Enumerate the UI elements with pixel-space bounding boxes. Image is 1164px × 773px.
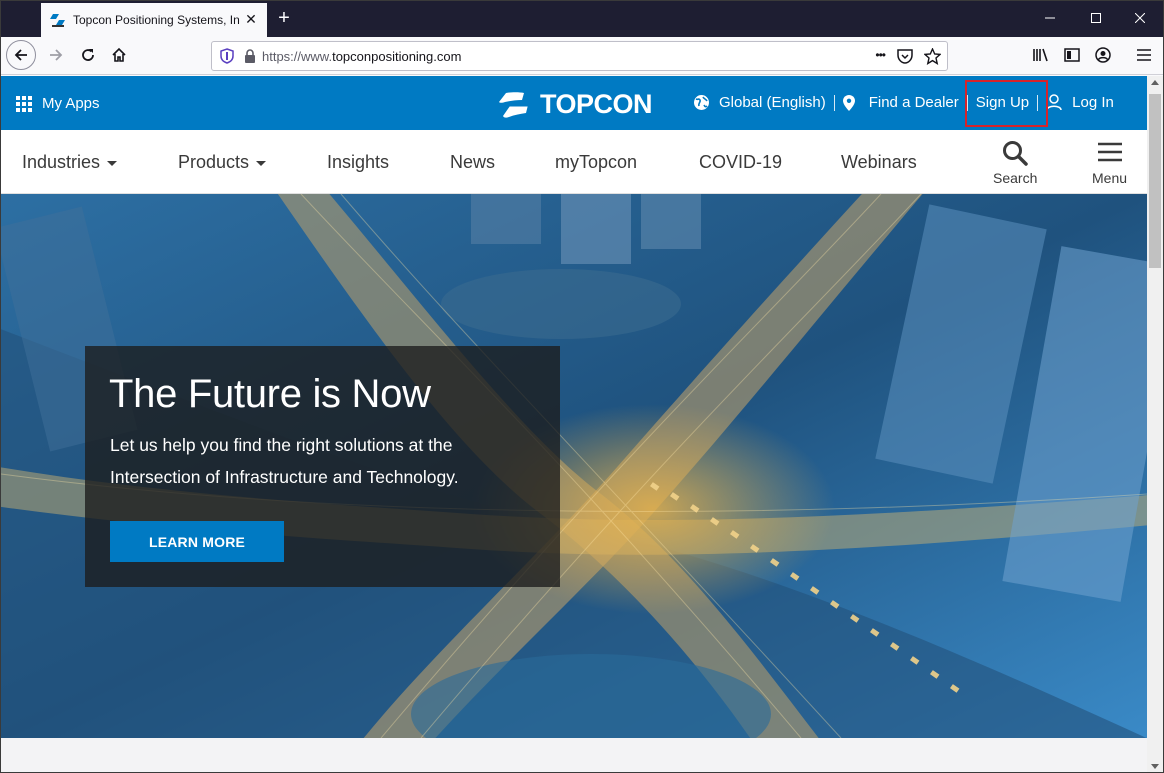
app-menu-button[interactable] [1129, 40, 1159, 70]
hamburger-menu-icon [1137, 49, 1151, 61]
user-icon [1046, 94, 1062, 111]
forward-arrow-icon [50, 49, 63, 61]
nav-webinars[interactable]: Webinars [841, 152, 917, 173]
library-icon [1033, 48, 1048, 62]
global-language-link[interactable]: Global (English) [693, 94, 826, 111]
nav-insights[interactable]: Insights [327, 152, 389, 173]
find-dealer-link[interactable]: Find a Dealer [842, 94, 959, 111]
url-text[interactable]: https://www.topconpositioning.com [262, 49, 461, 64]
nav-products-label: Products [178, 152, 250, 172]
map-pin-icon [842, 94, 855, 111]
hero-subtext: Let us help you find the right solutions… [110, 429, 530, 493]
reload-button[interactable] [73, 40, 103, 70]
sidebar-icon [1064, 48, 1080, 62]
home-icon [112, 47, 126, 62]
main-navigation: Industries Products Insights News myTopc… [1, 130, 1147, 194]
back-arrow-icon [14, 49, 27, 61]
logo-wordmark: TOPCON [540, 89, 653, 119]
divider [833, 94, 835, 111]
log-in-label: Log In [1072, 94, 1114, 111]
window-close-icon[interactable] [1117, 1, 1163, 35]
nav-products[interactable]: Products [178, 152, 267, 173]
learn-more-button[interactable]: LEARN MORE [110, 521, 284, 562]
page-actions-menu-icon[interactable]: ••• [875, 48, 886, 62]
nav-mytopcon[interactable]: myTopcon [555, 152, 637, 173]
menu-button[interactable]: Menu [1092, 140, 1127, 186]
scrollbar-thumb[interactable] [1149, 94, 1161, 268]
navigation-toolbar: https://www.topconpositioning.com ••• [1, 37, 1163, 75]
site-top-bar: My Apps TOPCON Global (English) Find a D… [1, 76, 1147, 130]
hero-banner: The Future is Now Let us help you find t… [1, 194, 1147, 738]
address-bar[interactable]: https://www.topconpositioning.com ••• [211, 41, 948, 71]
hero-card: The Future is Now Let us help you find t… [85, 346, 560, 587]
sidebar-button[interactable] [1057, 40, 1087, 70]
hero-subtext-line: Let us help you find the right solutions… [110, 435, 453, 455]
log-in-link[interactable]: Log In [1046, 94, 1114, 111]
library-button[interactable] [1026, 40, 1056, 70]
tab-title: Topcon Positioning Systems, In [73, 13, 240, 27]
page-scrollbar[interactable] [1147, 76, 1163, 772]
tracking-shield-icon[interactable] [220, 48, 234, 64]
search-button[interactable]: Search [993, 140, 1037, 186]
scroll-down-icon[interactable] [1151, 764, 1159, 769]
search-label: Search [993, 170, 1038, 186]
web-page: My Apps TOPCON Global (English) Find a D… [1, 76, 1147, 772]
minimize-icon[interactable] [1027, 1, 1073, 35]
sign-up-highlight-box [965, 80, 1048, 127]
topcon-logo[interactable]: TOPCON [496, 89, 653, 120]
apps-grid-icon [16, 95, 32, 112]
url-domain: topconpositioning.com [332, 48, 462, 64]
my-apps-link[interactable]: My Apps [16, 95, 100, 112]
globe-icon [694, 95, 709, 110]
forward-button[interactable] [41, 40, 71, 70]
topcon-favicon-icon [50, 14, 65, 27]
pocket-icon[interactable] [897, 49, 913, 64]
hero-headline: The Future is Now [109, 372, 431, 416]
nav-industries[interactable]: Industries [22, 152, 118, 173]
topcon-swoosh-icon [496, 91, 536, 118]
chevron-down-icon [256, 161, 267, 166]
tab-strip: Topcon Positioning Systems, In ✕ + [1, 1, 1163, 37]
find-dealer-label: Find a Dealer [868, 94, 959, 111]
global-language-label: Global (English) [719, 94, 826, 111]
search-icon [1003, 141, 1028, 166]
url-prefix: https://www. [262, 48, 333, 64]
maximize-icon[interactable] [1073, 1, 1119, 35]
browser-window: Topcon Positioning Systems, In ✕ + https… [0, 0, 1164, 773]
close-tab-icon[interactable]: ✕ [243, 11, 259, 27]
back-button[interactable] [6, 40, 36, 70]
menu-label: Menu [1092, 170, 1128, 186]
hamburger-menu-icon [1097, 142, 1122, 162]
account-icon [1095, 47, 1111, 63]
home-button[interactable] [104, 40, 134, 70]
my-apps-label: My Apps [42, 95, 100, 112]
reload-icon [82, 49, 94, 61]
hero-subtext-line: Intersection of Infrastructure and Techn… [110, 467, 459, 487]
account-button[interactable] [1088, 40, 1118, 70]
utility-links: Global (English) Find a Dealer Sign Up L… [693, 94, 1114, 111]
new-tab-button[interactable]: + [273, 7, 295, 29]
lock-icon[interactable] [244, 49, 256, 63]
chevron-down-icon [107, 161, 118, 166]
browser-tab[interactable]: Topcon Positioning Systems, In ✕ [41, 3, 267, 37]
nav-news[interactable]: News [450, 152, 495, 173]
nav-covid-19[interactable]: COVID-19 [699, 152, 782, 173]
scroll-up-icon[interactable] [1151, 80, 1159, 85]
nav-industries-label: Industries [22, 152, 101, 172]
bookmark-star-icon[interactable] [924, 48, 941, 65]
